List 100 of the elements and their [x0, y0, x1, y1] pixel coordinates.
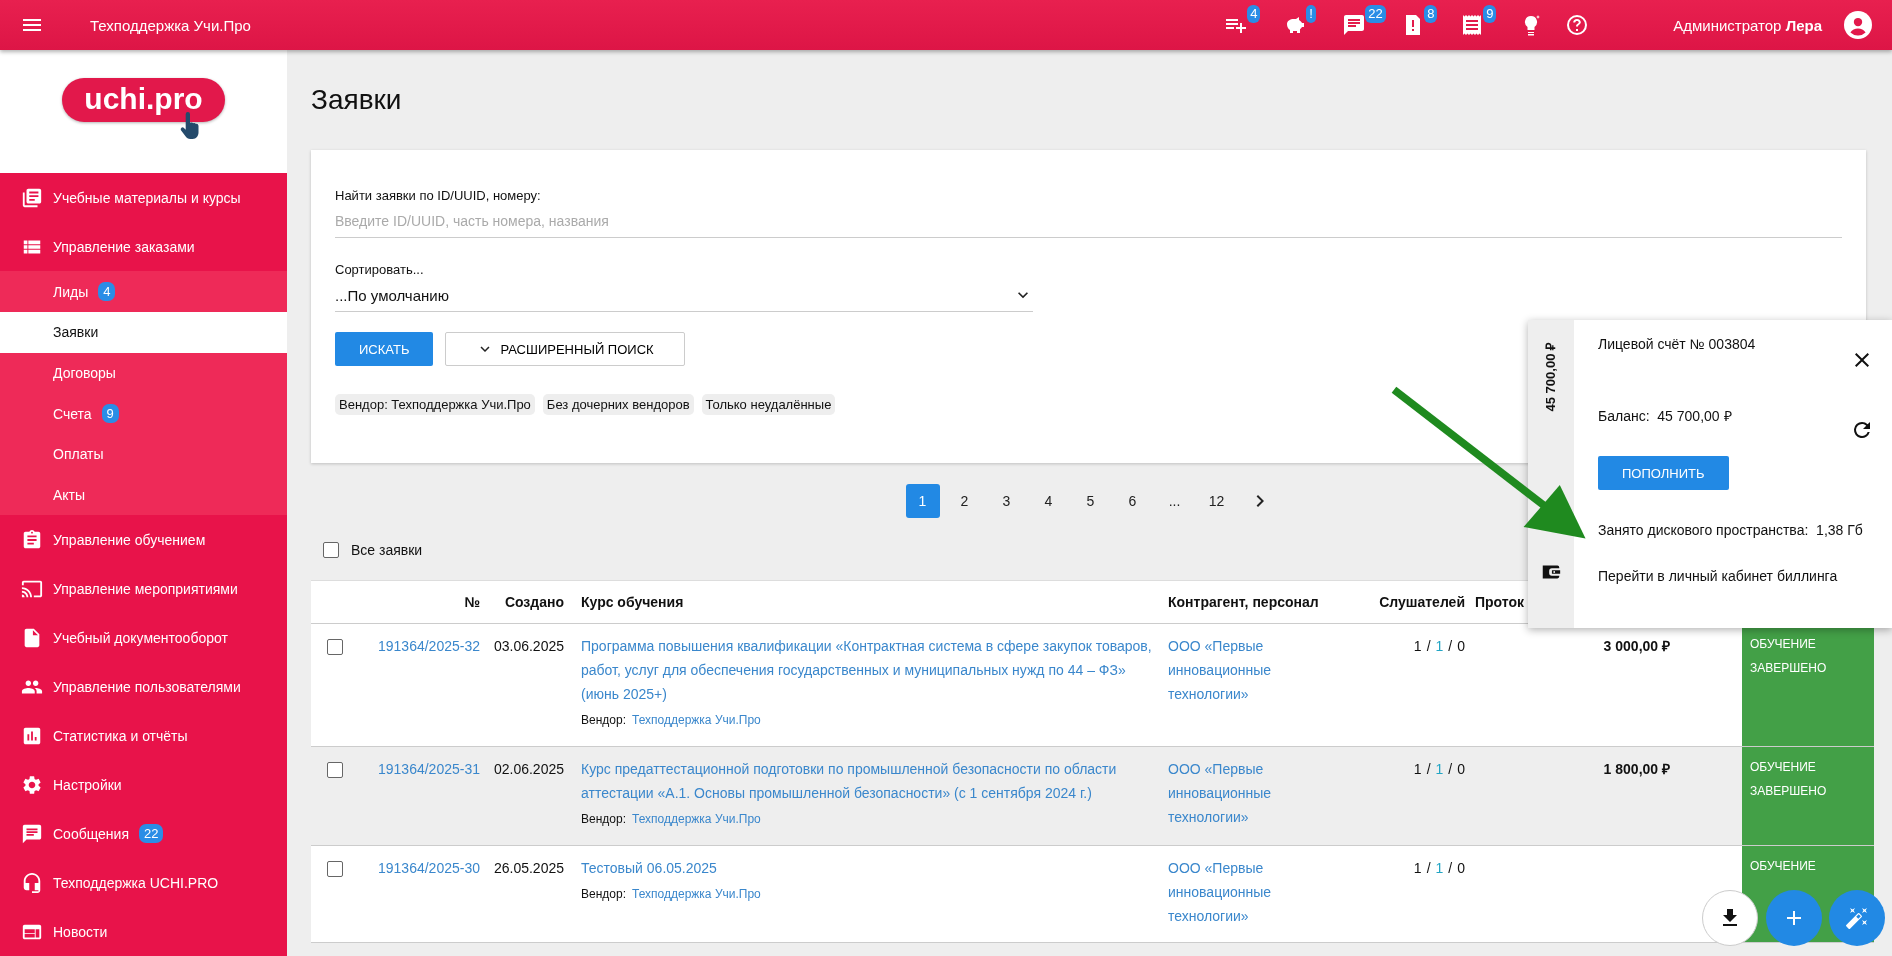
- order-number-link[interactable]: 191364/2025-32: [378, 638, 480, 654]
- notification-badge: 22: [1365, 5, 1386, 23]
- page-button[interactable]: 1: [905, 484, 940, 518]
- page-button[interactable]: 12: [1199, 484, 1234, 518]
- page-button[interactable]: 5: [1073, 484, 1108, 518]
- chat-icon[interactable]: [1342, 13, 1367, 37]
- clipboard-icon: [21, 528, 43, 551]
- settings-icon: [21, 773, 43, 796]
- sidebar-item[interactable]: Управление обучением: [0, 515, 287, 564]
- separator-text: /: [1426, 638, 1431, 654]
- separator-text: /: [1426, 860, 1431, 876]
- sidebar-item[interactable]: Управление мероприятиями: [0, 564, 287, 613]
- counterparty-link[interactable]: ООО «Первые инновационные технологии»: [1168, 634, 1325, 706]
- avatar-icon[interactable]: [1844, 11, 1872, 39]
- counterparty-link[interactable]: ООО «Первые инновационные технологии»: [1168, 757, 1325, 829]
- help-icon[interactable]: [1565, 13, 1590, 37]
- chat-icon: [21, 822, 43, 845]
- listeners-count: 1: [1435, 860, 1444, 876]
- amount-text: 1 800,00 ₽: [1603, 761, 1670, 777]
- filter-chip[interactable]: Вендор: Техподдержка Учи.Про: [335, 394, 535, 415]
- course-link[interactable]: Тестовый 06.05.2025: [581, 856, 1152, 880]
- sidebar-item[interactable]: Учебные материалы и курсы: [0, 173, 287, 223]
- counterparty-link[interactable]: ООО «Первые инновационные технологии»: [1168, 856, 1325, 928]
- submenu-item[interactable]: Акты: [0, 474, 287, 515]
- vendor-label: Вендор:: [581, 887, 626, 901]
- status-text: ЗАВЕРШЕНО: [1750, 660, 1827, 677]
- course-link[interactable]: Программа повышения квалификации «Контрактная система в сфере закупок товаров, работ, услуг для обеспечения государственных и муниципальных нужд по 44 – ФЗ» (июнь 2025+): [581, 634, 1152, 706]
- balance-amount: 45 700,00 ₽: [1542, 342, 1559, 412]
- notification-badge: 9: [1483, 5, 1497, 23]
- sidebar-item[interactable]: Новости: [0, 907, 287, 956]
- sidebar-item-label: Управление заказами: [53, 238, 195, 255]
- submenu-item[interactable]: Лиды 4: [0, 271, 287, 313]
- advanced-search-button[interactable]: РАСШИРЕННЫЙ ПОИСК: [445, 332, 685, 366]
- checkbox[interactable]: [323, 542, 339, 558]
- sidebar-item[interactable]: Сообщения 22: [0, 809, 287, 858]
- magic-wand-icon: [1845, 906, 1869, 930]
- sidebar-item[interactable]: Учебный документооборот: [0, 613, 287, 662]
- sort-dropdown[interactable]: ...По умолчанию: [335, 277, 1033, 312]
- count-badge: 4: [98, 282, 116, 302]
- submenu-item[interactable]: Счета 9: [0, 393, 287, 434]
- listeners-count: 0: [1457, 860, 1465, 876]
- checkbox[interactable]: [327, 762, 343, 778]
- page-button[interactable]: 4: [1031, 484, 1066, 518]
- sidebar-item-label: Управление обучением: [53, 531, 206, 548]
- checkbox[interactable]: [327, 639, 343, 655]
- submenu-item-label: Лиды: [53, 283, 89, 300]
- vendor-link[interactable]: Техподдержка Учи.Про: [632, 812, 761, 826]
- field-label: Найти заявки по ID/UUID, номеру:: [335, 188, 542, 203]
- listeners-count: 1: [1413, 638, 1422, 654]
- sidebar-item-label: Учебные материалы и курсы: [53, 189, 241, 206]
- vendor-link[interactable]: Техподдержка Учи.Про: [632, 887, 761, 901]
- separator-text: /: [1426, 761, 1431, 777]
- vendor-label: Вендор:: [581, 713, 626, 727]
- order-number-link[interactable]: 191364/2025-31: [378, 761, 480, 777]
- sidebar-item[interactable]: Управление пользователями: [0, 662, 287, 711]
- filter-chip[interactable]: Только неудалённые: [701, 394, 836, 415]
- vendor-link[interactable]: Техподдержка Учи.Про: [632, 713, 761, 727]
- amount-text: 3 000,00 ₽: [1603, 638, 1670, 654]
- page-button[interactable]: 6: [1115, 484, 1150, 518]
- sidebar-item-label: Учебный документооборот: [53, 629, 228, 646]
- column-header: Контрагент, персонал: [1168, 594, 1319, 610]
- field-label: Сортировать...: [335, 262, 425, 277]
- status-text: ОБУЧЕНИЕ: [1750, 858, 1816, 875]
- books-icon: [21, 186, 43, 209]
- sidebar-item-label: Настройки: [53, 776, 122, 793]
- count-badge: 9: [101, 404, 119, 423]
- sidebar-item-label: Новости: [53, 923, 108, 940]
- separator-text: /: [1448, 860, 1453, 876]
- user-name[interactable]: Администратор Лера: [1673, 16, 1822, 34]
- disk-usage-text: Занято дискового пространства: 1,38 Гб: [1598, 522, 1864, 538]
- submenu-item-label: Оплаты: [53, 446, 104, 463]
- sidebar-item[interactable]: Техподдержка UCHI.PRO: [0, 858, 287, 907]
- top-up-button[interactable]: ПОПОЛНИТЬ: [1598, 456, 1729, 490]
- logo[interactable]: uchi.pro: [62, 78, 225, 122]
- page-button[interactable]: 3: [989, 484, 1024, 518]
- status-text: ОБУЧЕНИЕ: [1750, 759, 1816, 776]
- listeners-count: 1: [1435, 638, 1444, 654]
- sidebar-item-label: Управление пользователями: [53, 678, 241, 695]
- order-number-link[interactable]: 191364/2025-30: [378, 860, 480, 876]
- search-button[interactable]: ИСКАТЬ: [335, 332, 434, 366]
- listeners-count: 0: [1457, 761, 1465, 777]
- submenu-item[interactable]: Заявки: [0, 312, 287, 353]
- page-title: Заявки: [311, 84, 403, 117]
- course-link[interactable]: Курс предаттестационной подготовки по промышленной безопасности по области аттестации «А.1. Основы промышленной безопасности» (с 1 сентября 2024 г.): [581, 757, 1152, 805]
- sidebar-item[interactable]: Статистика и отчёты: [0, 711, 287, 760]
- separator-text: /: [1448, 761, 1453, 777]
- sidebar-item[interactable]: Настройки: [0, 760, 287, 809]
- submenu-item[interactable]: Договоры: [0, 352, 287, 394]
- checkbox[interactable]: [327, 861, 343, 877]
- balance-text: Баланс: 45 700,00 ₽: [1598, 407, 1732, 425]
- submenu-item[interactable]: Оплаты: [0, 433, 287, 475]
- submenu-item-label: Акты: [53, 486, 86, 503]
- page-button[interactable]: 2: [947, 484, 982, 518]
- billing-link[interactable]: Перейти в личный кабинет биллинга: [1598, 568, 1874, 584]
- filter-chip[interactable]: Без дочерних вендоров: [542, 394, 694, 415]
- page-button[interactable]: ...: [1157, 484, 1192, 518]
- status-text: ОБУЧЕНИЕ: [1750, 636, 1816, 653]
- date-text: 26.05.2025: [493, 860, 564, 876]
- sidebar-item[interactable]: Управление заказами: [0, 222, 287, 272]
- submenu-item-label: Счета: [53, 405, 92, 422]
